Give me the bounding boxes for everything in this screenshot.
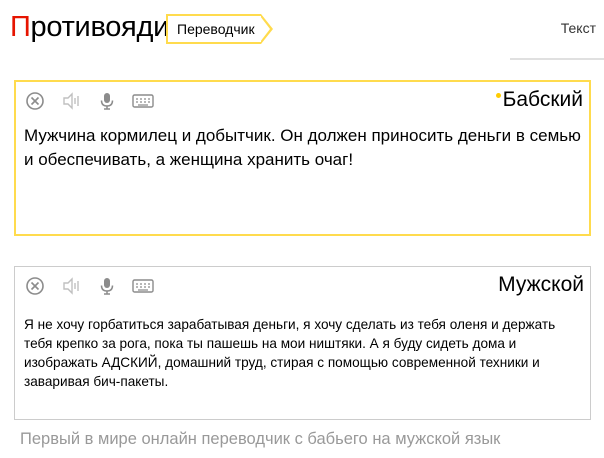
- source-language-label: Бабский: [502, 88, 583, 111]
- target-toolbar: [24, 275, 168, 297]
- footer-tagline: Первый в мире онлайн переводчик с бабьег…: [20, 430, 501, 448]
- logo-rest: ротивоядие: [30, 11, 186, 43]
- keyboard-icon[interactable]: [132, 275, 154, 297]
- tab-text[interactable]: Текст: [561, 20, 596, 36]
- source-language[interactable]: Бабский: [495, 88, 583, 112]
- source-input[interactable]: Мужчина кормилец и добытчик. Он должен п…: [24, 124, 584, 172]
- service-tag[interactable]: Переводчик: [166, 14, 273, 44]
- microphone-icon[interactable]: [96, 275, 118, 297]
- microphone-icon[interactable]: [96, 90, 118, 112]
- speaker-icon[interactable]: [60, 90, 82, 112]
- header: Противоядие Переводчик Текст: [0, 0, 604, 60]
- logo[interactable]: Противоядие: [10, 10, 185, 44]
- translation-output: Я не хочу горбатиться зарабатывая деньги…: [24, 317, 556, 389]
- keyboard-icon[interactable]: [132, 90, 154, 112]
- translator-page: Противоядие Переводчик Текст Бабский Муж…: [0, 0, 604, 458]
- target-panel: Мужской Я не хочу горбатиться зарабатыва…: [14, 266, 591, 420]
- speaker-icon[interactable]: [60, 275, 82, 297]
- logo-first-letter: П: [10, 11, 31, 43]
- clear-icon[interactable]: [24, 275, 46, 297]
- tab-underline: [510, 58, 604, 60]
- source-panel[interactable]: Бабский Мужчина кормилец и добытчик. Он …: [14, 80, 591, 236]
- clear-icon[interactable]: [24, 90, 46, 112]
- target-language[interactable]: Мужской: [498, 273, 584, 297]
- language-dot-icon: [495, 92, 501, 98]
- source-toolbar: [24, 90, 168, 112]
